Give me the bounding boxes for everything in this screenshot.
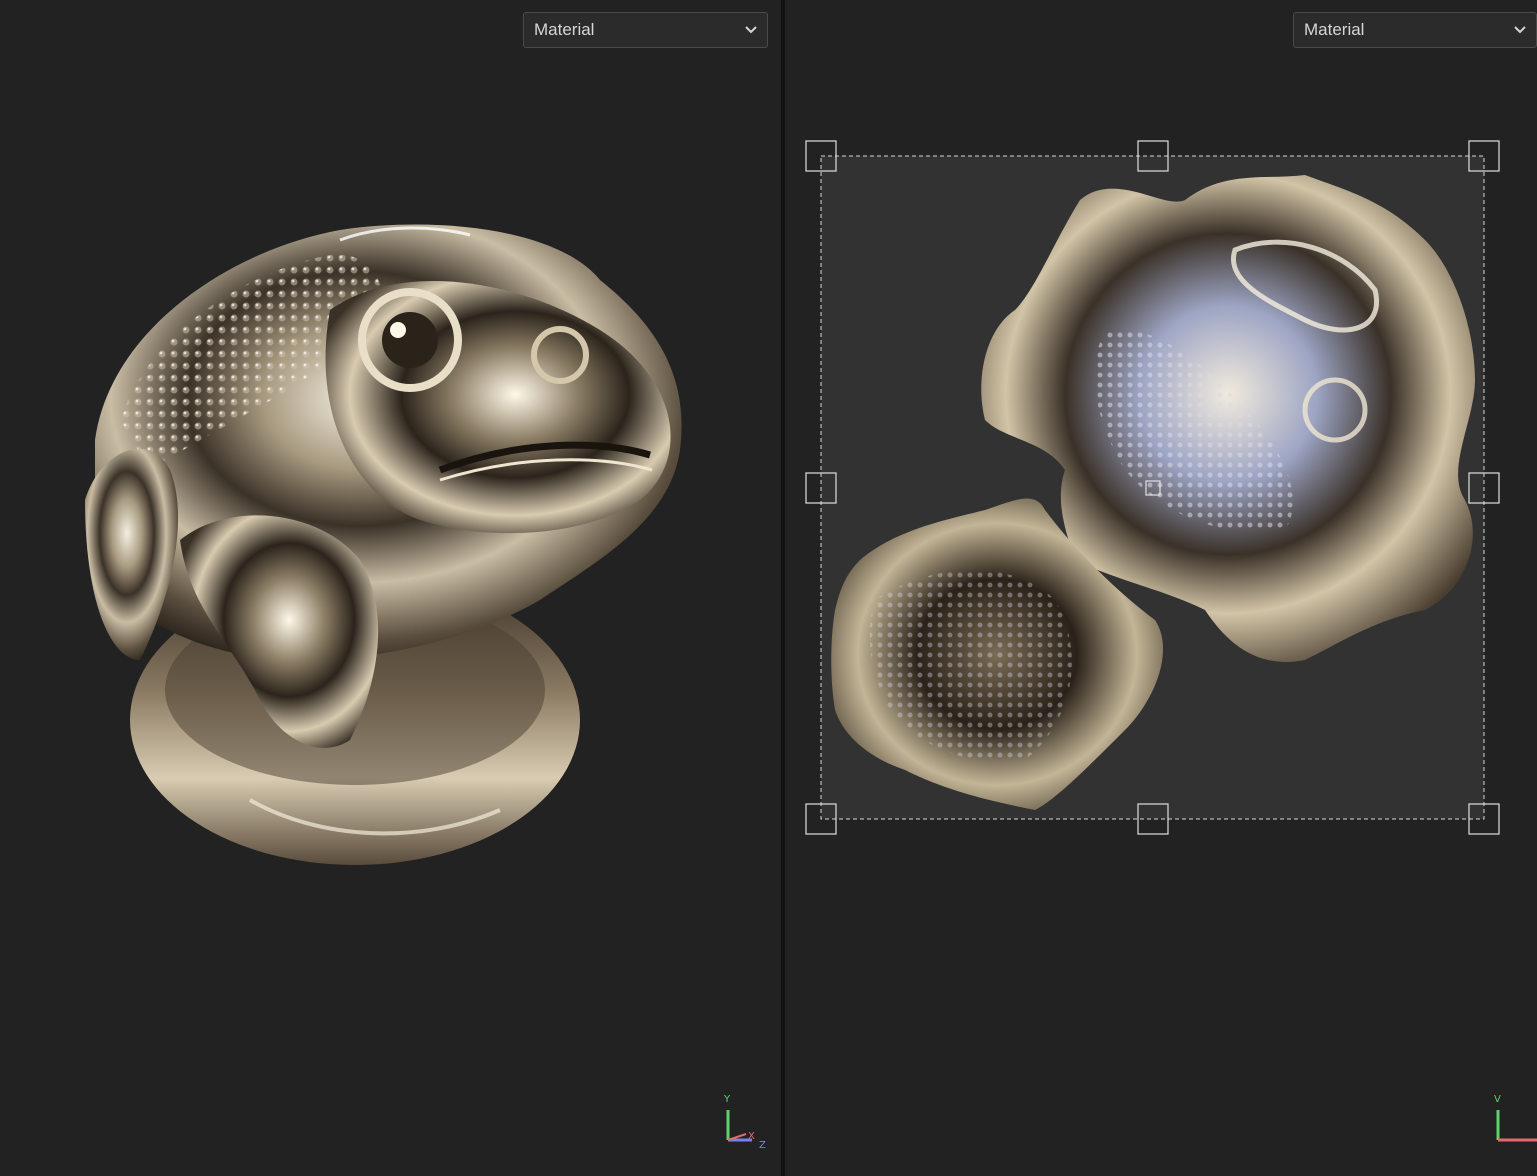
uv-editor-canvas[interactable]: [785, 0, 1537, 1176]
shading-mode-label: Material: [534, 20, 595, 39]
uv-axis-gizmo-icon: V: [1494, 1094, 1537, 1142]
axis-v-label: V: [1494, 1094, 1501, 1105]
axis-z-label: Z: [759, 1140, 766, 1150]
axis-x-label: X: [748, 1131, 755, 1142]
uv-shading-mode-label: Material: [1304, 20, 1365, 39]
uv-shading-mode-dropdown[interactable]: Material: [1293, 12, 1537, 48]
axis-y-label: Y: [723, 1094, 731, 1105]
shading-mode-dropdown[interactable]: Material: [523, 12, 768, 48]
axis-gizmo-icon: Y X Z: [723, 1094, 766, 1150]
viewport-uv[interactable]: Material V: [785, 0, 1537, 1176]
toad-model-render[interactable]: [0, 0, 781, 1176]
viewport-3d[interactable]: Material Y X Z: [0, 0, 781, 1176]
chevron-down-icon: [745, 26, 757, 34]
chevron-down-icon: [1514, 26, 1526, 34]
